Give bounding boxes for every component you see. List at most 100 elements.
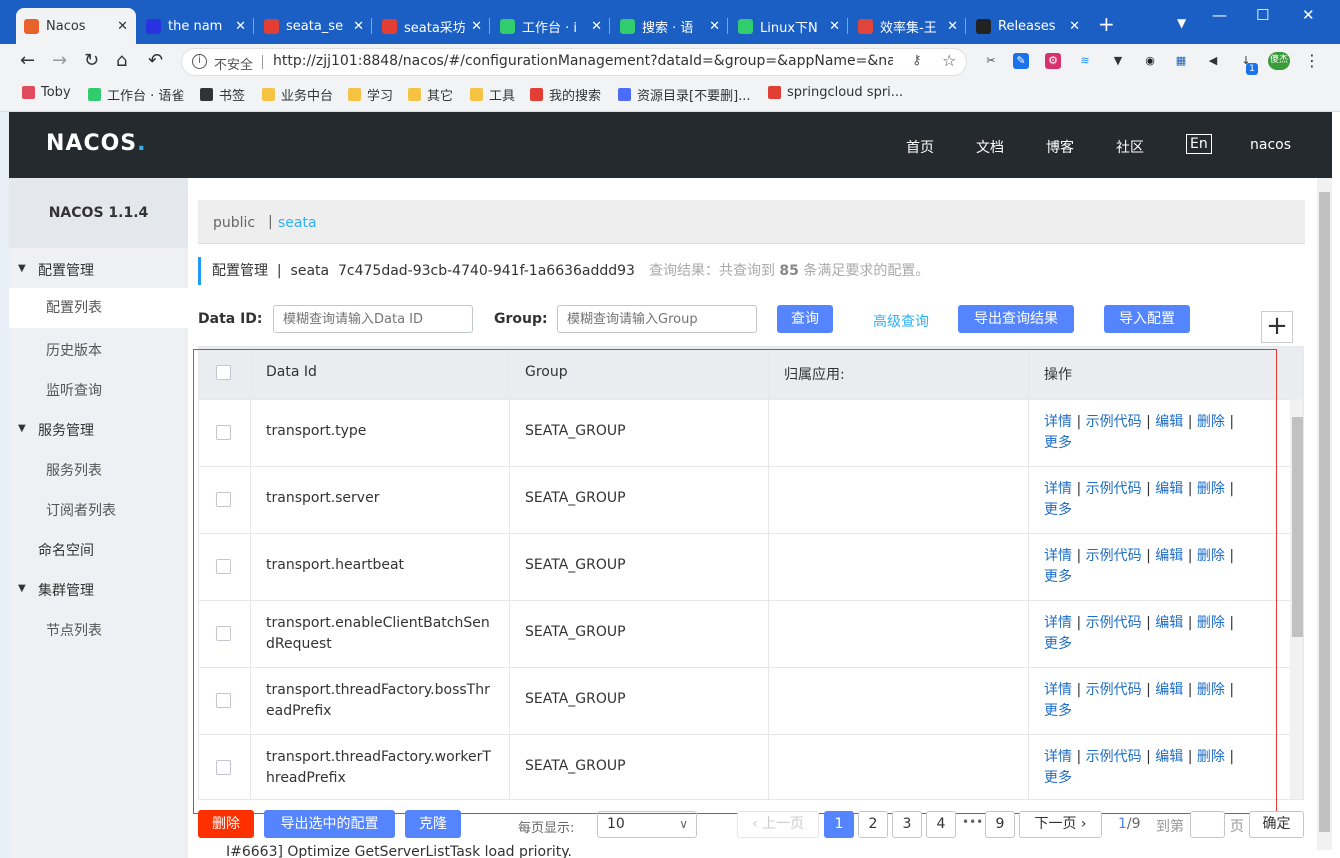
bookmark-item[interactable]: 工具	[470, 85, 515, 104]
row-checkbox[interactable]	[216, 626, 231, 641]
clone-button[interactable]: 克隆	[405, 810, 461, 838]
bookmark-item[interactable]: 工作台 · 语雀	[88, 85, 184, 104]
row-checkbox[interactable]	[216, 760, 231, 775]
add-config-button[interactable]: +	[1261, 311, 1293, 343]
row-checkbox[interactable]	[216, 693, 231, 708]
delete-link[interactable]: 删除	[1197, 682, 1225, 698]
sidebar-item-namespace[interactable]: 命名空间	[38, 540, 94, 560]
minimize-icon[interactable]: —	[1212, 6, 1227, 24]
page-9-button[interactable]: 9	[985, 811, 1015, 838]
dataid-input[interactable]	[273, 305, 473, 333]
sidebar-item-history[interactable]: 历史版本	[46, 340, 102, 360]
close-icon[interactable]: ✕	[1069, 19, 1080, 34]
undo-icon[interactable]: ↶	[148, 50, 163, 72]
edit-link[interactable]: 编辑	[1155, 414, 1183, 430]
nav-home[interactable]: 首页	[906, 137, 934, 157]
more-link[interactable]: 更多	[1044, 770, 1072, 786]
sample-code-link[interactable]: 示例代码	[1086, 749, 1142, 765]
edit-link[interactable]: 编辑	[1155, 481, 1183, 497]
tab-6[interactable]: Linux下N ✕	[730, 8, 848, 44]
detail-link[interactable]: 详情	[1044, 749, 1072, 765]
nav-community[interactable]: 社区	[1116, 137, 1144, 157]
row-checkbox[interactable]	[216, 492, 231, 507]
language-switch[interactable]: En	[1186, 134, 1212, 154]
tab-8[interactable]: Releases ✕	[968, 8, 1088, 44]
delete-link[interactable]: 删除	[1197, 414, 1225, 430]
user-name[interactable]: nacos	[1250, 137, 1291, 153]
tab-search-icon[interactable]: ▼	[1177, 16, 1186, 30]
edit-icon[interactable]: ✎	[1013, 53, 1029, 69]
sample-code-link[interactable]: 示例代码	[1086, 481, 1142, 497]
export-selected-button[interactable]: 导出选中的配置	[264, 810, 395, 838]
prev-page-button[interactable]: ‹ 上一页	[737, 811, 819, 838]
info-icon[interactable]: i	[192, 54, 207, 69]
tab-1[interactable]: the nam ✕	[138, 8, 254, 44]
sample-code-link[interactable]: 示例代码	[1086, 615, 1142, 631]
namespace-seata[interactable]: seata	[278, 215, 317, 231]
sample-code-link[interactable]: 示例代码	[1086, 682, 1142, 698]
more-link[interactable]: 更多	[1044, 703, 1072, 719]
owl-icon[interactable]: ◉	[1142, 53, 1158, 69]
tab-7[interactable]: 效率集-王 ✕	[850, 8, 966, 44]
sample-code-link[interactable]: 示例代码	[1086, 414, 1142, 430]
nav-docs[interactable]: 文档	[976, 137, 1004, 157]
sidebar-item-subscribers[interactable]: 订阅者列表	[46, 500, 116, 520]
close-window-icon[interactable]: ✕	[1302, 6, 1315, 24]
menu-icon[interactable]: ⋮	[1304, 50, 1320, 72]
key-icon[interactable]: ⚷	[912, 53, 922, 68]
query-button[interactable]: 查询	[777, 305, 833, 333]
tab-3[interactable]: seata采坊 ✕	[374, 8, 490, 44]
extension-icon[interactable]: ⚙	[1045, 53, 1061, 69]
edit-link[interactable]: 编辑	[1155, 682, 1183, 698]
detail-link[interactable]: 详情	[1044, 414, 1072, 430]
page-3-button[interactable]: 3	[892, 811, 922, 838]
per-page-select[interactable]: 10 ∨	[597, 811, 697, 838]
next-page-button[interactable]: 下一页 ›	[1019, 811, 1102, 838]
bookmark-item[interactable]: 其它	[408, 85, 453, 104]
close-icon[interactable]: ✕	[829, 19, 840, 34]
detail-link[interactable]: 详情	[1044, 615, 1072, 631]
page-2-button[interactable]: 2	[858, 811, 888, 838]
more-link[interactable]: 更多	[1044, 435, 1072, 451]
sidebar-group-service[interactable]: 服务管理	[38, 420, 94, 440]
vpn-icon[interactable]: ▼	[1110, 53, 1126, 69]
wifi-icon[interactable]: ≋	[1077, 53, 1093, 69]
select-all-checkbox[interactable]	[216, 365, 231, 380]
delete-link[interactable]: 删除	[1197, 481, 1225, 497]
more-link[interactable]: 更多	[1044, 569, 1072, 585]
caret-down-icon[interactable]: ▼	[18, 423, 26, 434]
row-checkbox[interactable]	[216, 559, 231, 574]
bookmark-item[interactable]: 业务中台	[262, 85, 333, 104]
delete-link[interactable]: 删除	[1197, 615, 1225, 631]
bookmark-item[interactable]: 我的搜索	[530, 85, 601, 104]
goto-page-input[interactable]	[1190, 811, 1225, 838]
delete-link[interactable]: 删除	[1197, 548, 1225, 564]
maximize-icon[interactable]: ☐	[1256, 6, 1269, 24]
sidebar-group-cluster[interactable]: 集群管理	[38, 580, 94, 600]
tab-4[interactable]: 工作台 · i ✕	[492, 8, 610, 44]
address-bar[interactable]: i 不安全 http://zjj101:8848/nacos/#/configu…	[181, 48, 967, 76]
sidebar-item-service-list[interactable]: 服务列表	[46, 460, 102, 480]
edit-link[interactable]: 编辑	[1155, 615, 1183, 631]
advanced-query-link[interactable]: 高级查询	[873, 311, 929, 331]
close-icon[interactable]: ✕	[709, 19, 720, 34]
home-icon[interactable]: ⌂	[116, 50, 127, 72]
forward-icon[interactable]: →	[52, 50, 67, 72]
page-1-button[interactable]: 1	[824, 811, 854, 838]
caret-down-icon[interactable]: ▼	[18, 263, 26, 274]
delete-button[interactable]: 删除	[198, 810, 254, 838]
detail-link[interactable]: 详情	[1044, 481, 1072, 497]
import-config-button[interactable]: 导入配置	[1104, 305, 1190, 333]
sidebar-group-config[interactable]: 配置管理	[38, 260, 94, 280]
bookmark-star-icon[interactable]: ☆	[942, 51, 956, 70]
detail-link[interactable]: 详情	[1044, 682, 1072, 698]
group-input[interactable]	[557, 305, 757, 333]
profile-avatar[interactable]: 傻杰	[1268, 52, 1290, 70]
confirm-button[interactable]: 确定	[1249, 811, 1304, 838]
close-icon[interactable]: ✕	[471, 19, 482, 34]
back-icon[interactable]: ←	[20, 50, 35, 72]
close-icon[interactable]: ✕	[947, 19, 958, 34]
new-tab-button[interactable]: +	[1098, 14, 1115, 34]
bookmark-item[interactable]: springcloud spri...	[768, 85, 903, 100]
tab-2[interactable]: seata_se ✕	[256, 8, 372, 44]
